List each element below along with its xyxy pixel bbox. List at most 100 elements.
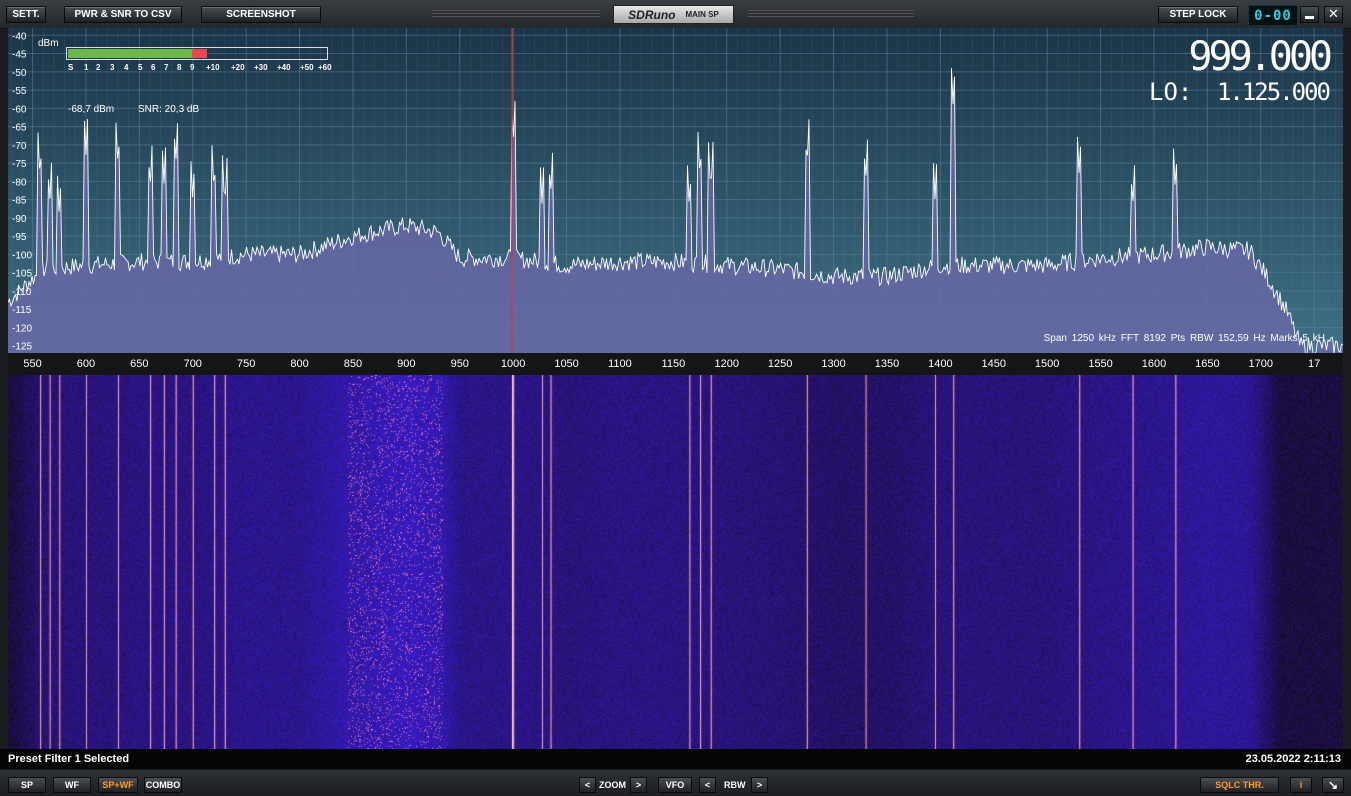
rbw-decrease-button[interactable]: < bbox=[699, 777, 716, 793]
y-tick-label: -120 bbox=[12, 323, 32, 334]
settings-button[interactable]: SETT. bbox=[6, 6, 46, 23]
drag-grip-right[interactable] bbox=[748, 10, 914, 18]
y-tick-label: -95 bbox=[12, 232, 27, 243]
y-tick-label: -75 bbox=[12, 159, 27, 170]
y-tick-label: -60 bbox=[12, 104, 27, 115]
s-meter-red bbox=[192, 49, 207, 58]
status-bar bbox=[0, 749, 1351, 769]
x-tick-label: 800 bbox=[290, 358, 309, 370]
x-tick-label: 1350 bbox=[874, 358, 900, 370]
frequency-axis: 550 600 650 700 750 800 850 900 950 1000 1050 1100 1… bbox=[8, 353, 1343, 375]
s-meter-scale-label: +50 bbox=[300, 63, 314, 72]
step-lock-button[interactable]: STEP LOCK bbox=[1158, 6, 1238, 23]
x-tick-label: 1300 bbox=[821, 358, 846, 370]
y-tick-label: -50 bbox=[12, 68, 27, 79]
drag-grip-left[interactable] bbox=[432, 10, 600, 18]
resize-icon[interactable]: ↘ bbox=[1322, 777, 1344, 793]
s-meter-scale-label: 6 bbox=[151, 63, 156, 72]
x-tick-label: 1600 bbox=[1141, 358, 1167, 370]
x-tick-label: 950 bbox=[450, 358, 469, 370]
s-meter-scale-label: 4 bbox=[124, 63, 129, 72]
combo-button[interactable]: COMBO bbox=[144, 777, 182, 793]
s-meter-scale-label: 9 bbox=[190, 63, 195, 72]
x-tick-label: 850 bbox=[343, 358, 363, 370]
snr-readout: SNR: 20,3 dB bbox=[138, 104, 200, 115]
y-tick-label: -40 bbox=[12, 31, 27, 42]
sp-button[interactable]: SP bbox=[8, 777, 46, 793]
vfo-button[interactable]: VFO bbox=[658, 777, 692, 793]
x-tick-label: 1250 bbox=[767, 358, 793, 370]
s-meter-green bbox=[68, 49, 192, 58]
zoom-in-button[interactable]: > bbox=[630, 777, 647, 793]
sp-wf-button[interactable]: SP+WF bbox=[98, 777, 138, 793]
y-tick-label: -55 bbox=[12, 86, 27, 97]
sdruno-logo: SDRuno MAIN SP bbox=[613, 5, 734, 24]
spectrum-info: Span 1250 kHz FFT 8192 Pts RBW 152,59 Hz… bbox=[1043, 333, 1325, 344]
x-tick-label: 700 bbox=[183, 358, 202, 370]
s-meter-scale-label: 8 bbox=[177, 63, 182, 72]
x-tick-label: 1550 bbox=[1088, 358, 1113, 370]
status-message: Preset Filter 1 Selected bbox=[8, 753, 130, 765]
y-tick-label: -115 bbox=[12, 305, 32, 316]
window-name: MAIN SP bbox=[685, 10, 719, 19]
s-meter-scale-label: S bbox=[68, 63, 74, 72]
y-tick-label: -125 bbox=[12, 342, 32, 353]
info-button[interactable]: i bbox=[1290, 777, 1312, 793]
x-tick-label: 1100 bbox=[608, 358, 632, 370]
x-tick-label: 1700 bbox=[1248, 358, 1273, 370]
lo-frequency[interactable]: 1.125.000 bbox=[1217, 78, 1331, 106]
y-tick-label: -90 bbox=[12, 214, 27, 225]
spectrum-display[interactable]: -40 -45 -50 -55 -60 -65 -70 -75 -80 -85 -90 -95 -100… bbox=[8, 28, 1343, 353]
x-tick-label: 550 bbox=[23, 358, 42, 370]
y-tick-label: -80 bbox=[12, 177, 27, 188]
rbw-label: RBW bbox=[724, 780, 746, 790]
frequency-display[interactable]: 999.000 bbox=[1188, 34, 1333, 80]
s-meter-scale-label: +60 bbox=[318, 63, 332, 72]
y-tick-label: -85 bbox=[12, 196, 27, 207]
y-tick-label: -110 bbox=[12, 287, 32, 298]
s-meter-scale-label: 3 bbox=[110, 63, 115, 72]
x-tick-label: 1450 bbox=[981, 358, 1006, 370]
s-meter-scale-label: +40 bbox=[277, 63, 291, 72]
zoom-label: ZOOM bbox=[599, 780, 626, 790]
y-tick-label: -70 bbox=[12, 141, 27, 152]
lo-label: LO: bbox=[1149, 78, 1193, 106]
s-meter-scale-label: 2 bbox=[96, 63, 101, 72]
title-bar: SETT. PWR & SNR TO CSV SCREENSHOT SDRuno… bbox=[0, 0, 1351, 29]
logo-text: SDRuno bbox=[628, 7, 676, 22]
close-icon[interactable]: ✕ bbox=[1324, 6, 1343, 23]
dbm-unit-label: dBm bbox=[38, 38, 59, 49]
x-tick-label: 1150 bbox=[661, 358, 686, 370]
rbw-increase-button[interactable]: > bbox=[751, 777, 768, 793]
x-tick-label: 1200 bbox=[714, 358, 739, 370]
s-meter-scale-label: +20 bbox=[231, 63, 245, 72]
screenshot-button[interactable]: SCREENSHOT bbox=[201, 6, 321, 23]
y-tick-label: -105 bbox=[12, 269, 32, 280]
s-meter-bar bbox=[66, 47, 328, 60]
power-readout: -68,7 dBm bbox=[68, 104, 115, 115]
digital-display: 0-00 bbox=[1248, 5, 1298, 26]
x-tick-label: 17 bbox=[1308, 358, 1321, 370]
x-tick-label: 1050 bbox=[554, 358, 579, 370]
x-tick-label: 1000 bbox=[500, 358, 526, 370]
y-tick-label: -65 bbox=[12, 123, 27, 134]
wf-button[interactable]: WF bbox=[53, 777, 91, 793]
x-tick-label: 1650 bbox=[1195, 358, 1220, 370]
pwr-snr-csv-button[interactable]: PWR & SNR TO CSV bbox=[64, 6, 182, 23]
x-tick-label: 600 bbox=[76, 358, 96, 370]
x-tick-label: 1400 bbox=[928, 358, 953, 370]
waterfall-display[interactable] bbox=[8, 375, 1343, 749]
x-tick-label: 750 bbox=[236, 358, 256, 370]
x-tick-label: 1500 bbox=[1034, 358, 1060, 370]
s-meter-scale-label: +10 bbox=[206, 63, 220, 72]
s-meter-scale-label: 1 bbox=[84, 63, 89, 72]
s-meter-scale-label: +30 bbox=[254, 63, 268, 72]
y-tick-label: -100 bbox=[12, 250, 32, 261]
y-tick-label: -45 bbox=[12, 50, 27, 61]
s-meter-scale-label: 7 bbox=[164, 63, 169, 72]
s-meter-scale-label: 5 bbox=[138, 63, 143, 72]
sqlc-threshold-button[interactable]: SQLC THR. bbox=[1200, 777, 1279, 793]
zoom-out-button[interactable]: < bbox=[579, 777, 596, 793]
x-tick-label: 900 bbox=[397, 358, 416, 370]
minimize-icon[interactable] bbox=[1300, 6, 1319, 23]
